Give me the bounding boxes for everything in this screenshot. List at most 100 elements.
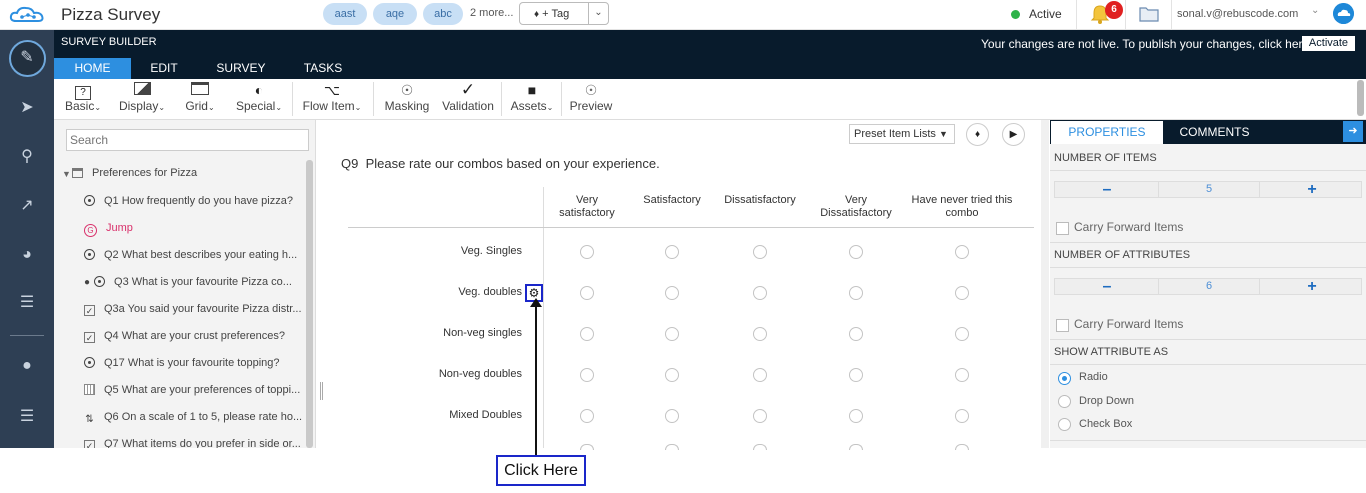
- basic-button[interactable]: ? Basic⌄: [60, 81, 106, 117]
- scrollbar[interactable]: [1041, 120, 1049, 448]
- tag-chip[interactable]: abc: [423, 3, 463, 25]
- minus-icon[interactable]: –: [1055, 278, 1159, 295]
- app-title: Pizza Survey: [61, 5, 161, 24]
- rating-radio[interactable]: [753, 444, 767, 450]
- rating-radio[interactable]: [955, 409, 969, 423]
- rating-radio[interactable]: [955, 327, 969, 341]
- plus-icon[interactable]: +: [1260, 278, 1364, 295]
- rating-radio[interactable]: [580, 368, 594, 382]
- rating-radio[interactable]: [849, 368, 863, 382]
- list-item[interactable]: ● Q3 What is your favourite Pizza co...: [84, 276, 292, 294]
- preset-item-lists-dropdown[interactable]: Preset Item Lists ▼: [849, 124, 955, 144]
- rating-radio[interactable]: [665, 409, 679, 423]
- rating-radio[interactable]: [580, 286, 594, 300]
- chevron-down-icon[interactable]: ▼: [62, 169, 71, 179]
- attributes-count[interactable]: 6: [1158, 279, 1260, 294]
- tab-home[interactable]: HOME: [54, 58, 131, 79]
- items-count[interactable]: 5: [1158, 182, 1260, 197]
- list-item-label: Q7 What items do you prefer in side or..…: [104, 438, 301, 448]
- flow-item-button[interactable]: ⌥ Flow Item⌄: [299, 81, 365, 117]
- tab-edit[interactable]: EDIT: [136, 58, 192, 79]
- carry-forward-checkbox[interactable]: [1056, 319, 1069, 332]
- tab-comments[interactable]: COMMENTS: [1163, 121, 1266, 144]
- rating-radio[interactable]: [849, 286, 863, 300]
- panel-splitter[interactable]: [320, 382, 323, 400]
- rating-radio[interactable]: [665, 368, 679, 382]
- chevron-down-icon[interactable]: ⌄: [588, 3, 608, 24]
- chart-icon[interactable]: ↗: [17, 196, 37, 216]
- list-icon[interactable]: ☰: [17, 293, 37, 313]
- rating-radio[interactable]: [580, 327, 594, 341]
- tree-root[interactable]: Preferences for Pizza: [92, 167, 197, 179]
- rating-radio[interactable]: [665, 245, 679, 259]
- rating-radio[interactable]: [665, 444, 679, 450]
- rating-radio[interactable]: [955, 286, 969, 300]
- rating-radio[interactable]: [580, 409, 594, 423]
- rating-radio[interactable]: [580, 245, 594, 259]
- grid-button[interactable]: Grid⌄: [180, 81, 220, 117]
- play-icon[interactable]: ▶: [1002, 123, 1025, 146]
- list-item[interactable]: G Jump: [84, 222, 133, 240]
- avatar[interactable]: [1333, 3, 1354, 24]
- rating-radio[interactable]: [849, 409, 863, 423]
- display-button[interactable]: Display⌄: [114, 81, 170, 117]
- tag-chip[interactable]: aast: [323, 3, 367, 25]
- chevron-down-icon[interactable]: ⌄: [1311, 5, 1319, 16]
- rating-radio[interactable]: [753, 368, 767, 382]
- special-button[interactable]: ◐ Special⌄: [232, 81, 286, 117]
- rating-radio[interactable]: [665, 327, 679, 341]
- tab-properties[interactable]: PROPERTIES: [1051, 121, 1163, 144]
- collapse-icon[interactable]: ➜: [1343, 121, 1363, 142]
- rating-radio[interactable]: [753, 286, 767, 300]
- validation-button[interactable]: ✓ Validation: [439, 81, 497, 117]
- assets-button[interactable]: ■ Assets⌄: [507, 81, 557, 117]
- database-icon[interactable]: ☰: [17, 407, 37, 427]
- rating-radio[interactable]: [753, 409, 767, 423]
- list-item[interactable]: Q2 What best describes your eating h...: [84, 249, 297, 267]
- search-icon[interactable]: ⚲: [17, 147, 37, 167]
- radio-option[interactable]: [1058, 395, 1071, 408]
- edit-icon[interactable]: ✎: [17, 48, 37, 68]
- tab-tasks[interactable]: TASKS: [293, 58, 353, 79]
- user-email[interactable]: sonal.v@rebuscode.com: [1177, 8, 1298, 20]
- tag-icon[interactable]: ♦: [966, 123, 989, 146]
- rating-radio[interactable]: [665, 286, 679, 300]
- list-item[interactable]: Q5 What are your preferences of toppi...: [84, 384, 300, 402]
- rating-radio[interactable]: [849, 245, 863, 259]
- list-item[interactable]: Q17 What is your favourite topping?: [84, 357, 279, 375]
- more-tags-link[interactable]: 2 more...: [470, 7, 513, 19]
- list-item[interactable]: ✓ Q7 What items do you prefer in side or.…: [84, 438, 301, 448]
- radio-option[interactable]: [1058, 418, 1071, 431]
- tab-survey[interactable]: SURVEY: [208, 58, 274, 79]
- rating-radio[interactable]: [849, 327, 863, 341]
- carry-forward-checkbox[interactable]: [1056, 222, 1069, 235]
- rating-radio[interactable]: [849, 444, 863, 450]
- masking-button[interactable]: ☉ Masking: [383, 81, 431, 117]
- list-item[interactable]: ✓ Q3a You said your favourite Pizza distr…: [84, 303, 302, 321]
- rating-radio[interactable]: [955, 368, 969, 382]
- add-tag-button[interactable]: ♦ + Tag ⌄: [519, 2, 609, 25]
- radio-option[interactable]: [1058, 372, 1071, 385]
- plus-icon[interactable]: +: [1260, 181, 1364, 198]
- rating-radio[interactable]: [753, 245, 767, 259]
- minus-icon[interactable]: –: [1055, 181, 1159, 198]
- preview-button[interactable]: ☉ Preview: [568, 81, 614, 117]
- rating-radio[interactable]: [955, 245, 969, 259]
- rocket-icon[interactable]: ➤: [17, 98, 37, 118]
- special-label: Special⌄: [235, 99, 283, 113]
- folder-icon[interactable]: [1138, 4, 1160, 24]
- rating-radio[interactable]: [955, 444, 969, 450]
- scrollbar[interactable]: [1357, 80, 1364, 116]
- user-icon[interactable]: ●: [17, 356, 37, 376]
- rating-radio[interactable]: [753, 327, 767, 341]
- search-input[interactable]: [66, 129, 309, 151]
- dashboard-icon[interactable]: ◕: [17, 245, 37, 265]
- scrollbar[interactable]: [306, 160, 313, 448]
- tag-chip[interactable]: aqe: [373, 3, 417, 25]
- list-item[interactable]: ⇅ Q6 On a scale of 1 to 5, please rate ho…: [84, 411, 302, 429]
- rating-radio[interactable]: [580, 444, 594, 450]
- logo-icon[interactable]: [8, 4, 48, 26]
- list-item[interactable]: Q1 How frequently do you have pizza?: [84, 195, 293, 213]
- list-item[interactable]: ✓ Q4 What are your crust preferences?: [84, 330, 285, 348]
- activate-button[interactable]: Activate: [1302, 36, 1355, 51]
